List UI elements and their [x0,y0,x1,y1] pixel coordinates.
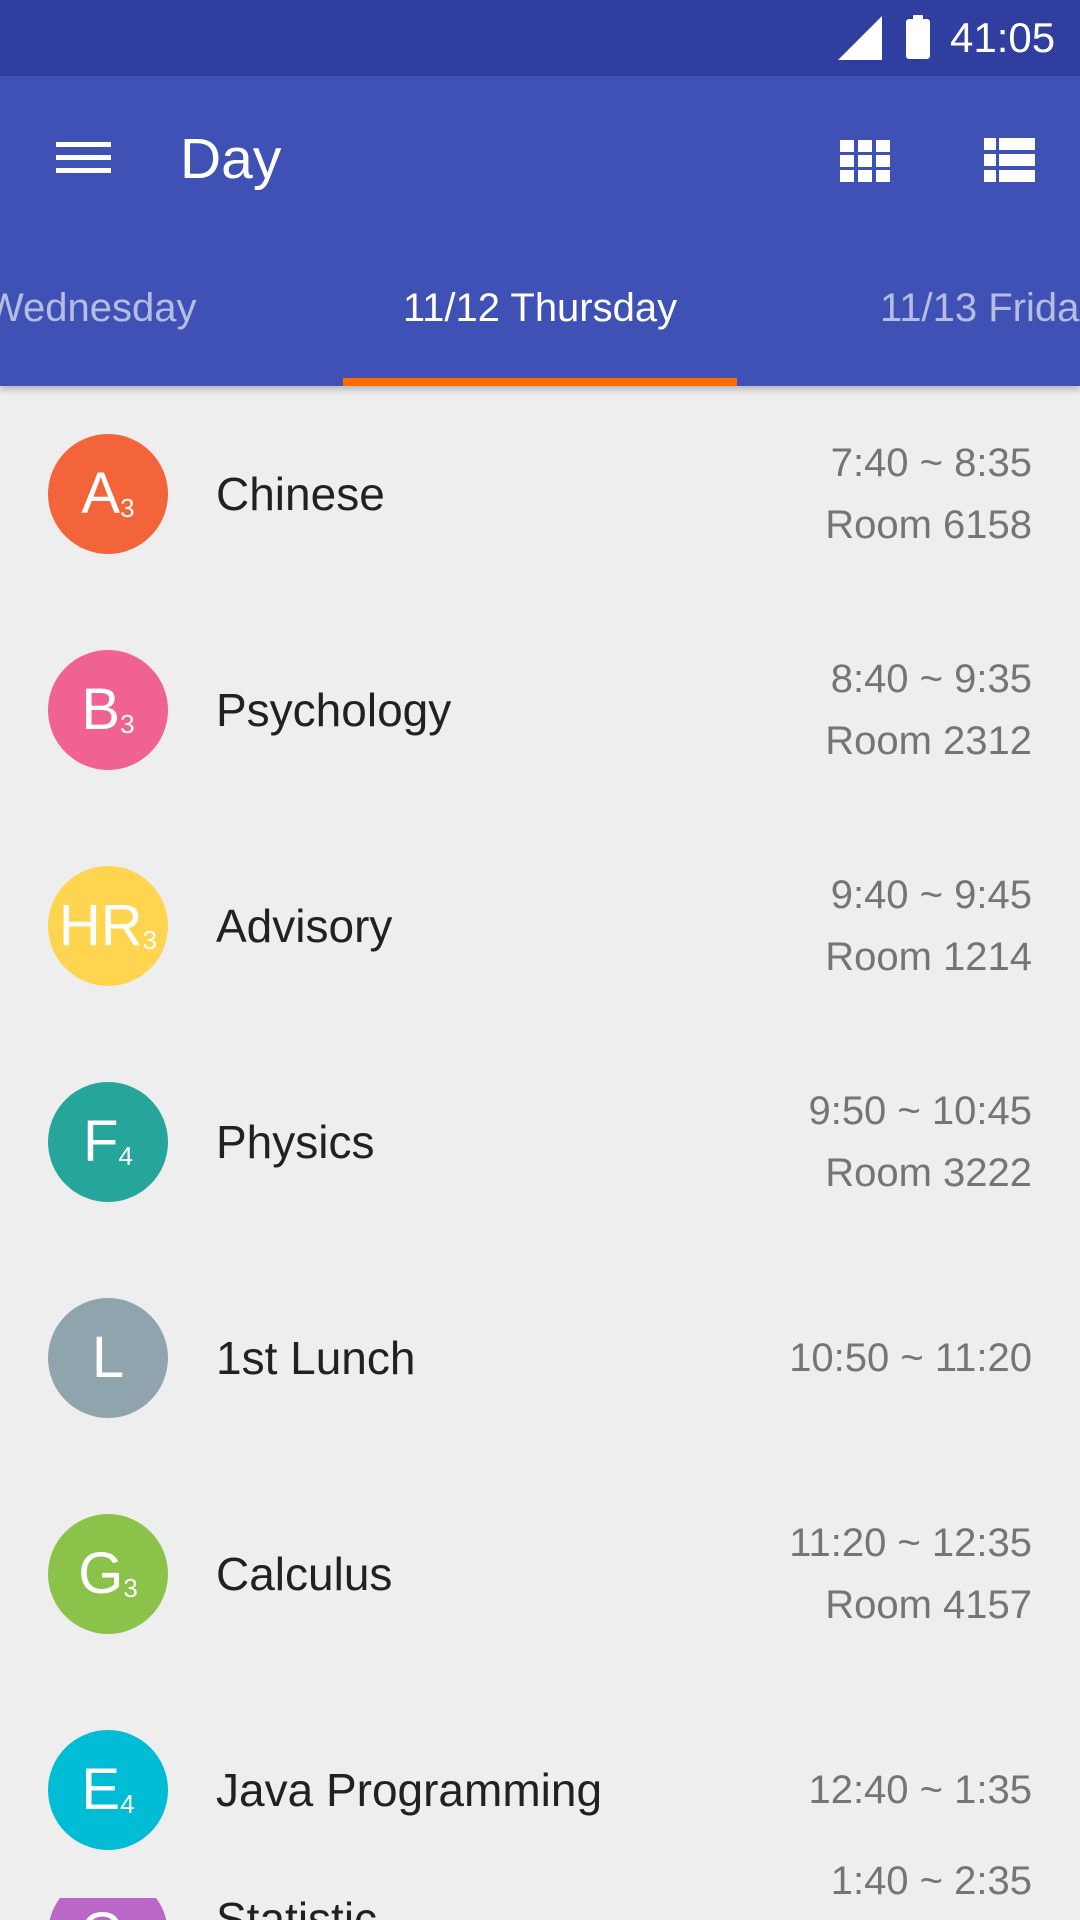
navigation-menu-button[interactable] [40,118,128,194]
cellular-signal-icon [838,16,882,60]
list-item[interactable]: B3 Psychology 8:40 ~ 9:35 Room 2312 [0,602,1080,818]
course-name: Psychology [216,684,452,736]
period-letter: G [78,1541,124,1606]
list-item[interactable]: L 1st Lunch 10:50 ~ 11:20 [0,1250,1080,1466]
period-avatar: HR 3 [48,866,168,986]
period-number: 4 [120,1789,135,1819]
list-item[interactable]: A3 Chinese 7:40 ~ 8:35 Room 6158 [0,386,1080,602]
course-name: Advisory [216,900,393,952]
grid-view-icon [840,140,890,182]
period-number: 3 [120,709,135,739]
app-bar: Day [0,76,1080,244]
class-time: 10:50 ~ 11:20 [789,1336,1032,1380]
list-view-button[interactable] [966,120,1056,200]
class-meta: 9:40 ~ 9:45 Room 1214 [825,864,1032,988]
day-tabs: Wednesday 11/12 Thursday 11/13 Frida [0,244,1080,386]
period-number: 4 [118,1141,133,1171]
battery-icon [906,15,930,59]
class-meta: 10:50 ~ 11:20 [789,1327,1032,1389]
period-letter: F [83,1109,119,1174]
period-avatar: F4 [48,1082,168,1202]
class-time: 8:40 ~ 9:35 [830,657,1032,701]
list-item[interactable]: F4 Physics 9:50 ~ 10:45 Room 3222 [0,1034,1080,1250]
grid-view-button[interactable] [820,120,910,200]
class-time: 7:40 ~ 8:35 [830,441,1032,485]
class-room: Room 1214 [825,935,1032,979]
tab-previous-day[interactable]: Wednesday [0,284,197,332]
course-name: 1st Lunch [216,1332,416,1384]
period-letter: C [80,1904,122,1920]
list-item[interactable]: C3 [0,1898,1080,1920]
class-room: Room 6158 [825,503,1032,547]
period-letter: A [81,461,121,526]
page-title: Day [180,127,282,191]
period-letter: L [91,1325,125,1390]
class-meta: 8:40 ~ 9:35 Room 2312 [825,648,1032,772]
period-letter: HR [58,893,143,958]
class-meta: 12:40 ~ 1:35 [808,1759,1032,1821]
class-room: Room 4157 [825,1583,1032,1627]
period-number: 3 [142,925,158,955]
period-avatar: G3 [48,1514,168,1634]
course-name: Java Programming [216,1764,603,1816]
period-avatar: L [48,1298,168,1418]
tab-next-day[interactable]: 11/13 Frida [880,284,1079,332]
class-meta: 11:20 ~ 12:35 Room 4157 [789,1512,1032,1636]
class-meta: 9:50 ~ 10:45 Room 3222 [808,1080,1032,1204]
list-item[interactable]: E4 Java Programming 12:40 ~ 1:35 [0,1682,1080,1898]
tab-current-day[interactable]: 11/12 Thursday [343,284,737,332]
class-time: 9:40 ~ 9:45 [830,873,1032,917]
list-view-icon [984,138,1035,182]
course-name: Physics [216,1116,375,1168]
class-time: 9:50 ~ 10:45 [808,1089,1032,1133]
class-room: Room 3222 [825,1151,1032,1195]
class-meta: 7:40 ~ 8:35 Room 6158 [825,432,1032,556]
list-item[interactable]: G3 Calculus 11:20 ~ 12:35 Room 4157 [0,1466,1080,1682]
status-bar: 41:05 [0,0,1080,76]
list-item[interactable]: HR 3 Advisory 9:40 ~ 9:45 Room 1214 [0,818,1080,1034]
tab-indicator [343,378,737,386]
period-number: 3 [120,493,135,523]
period-avatar: B3 [48,650,168,770]
class-room: Room 2312 [825,719,1032,763]
class-time: 12:40 ~ 1:35 [808,1768,1032,1812]
period-avatar: C3 [48,1898,168,1920]
period-number: 3 [123,1573,138,1603]
period-letter: B [81,677,121,742]
period-avatar: A3 [48,434,168,554]
period-letter: E [81,1757,121,1822]
course-name: Calculus [216,1548,393,1600]
status-clock: 41:05 [950,14,1056,61]
period-avatar: E4 [48,1730,168,1850]
class-time: 11:20 ~ 12:35 [789,1521,1032,1565]
hamburger-menu-icon [56,142,111,173]
course-name: Chinese [216,468,385,520]
